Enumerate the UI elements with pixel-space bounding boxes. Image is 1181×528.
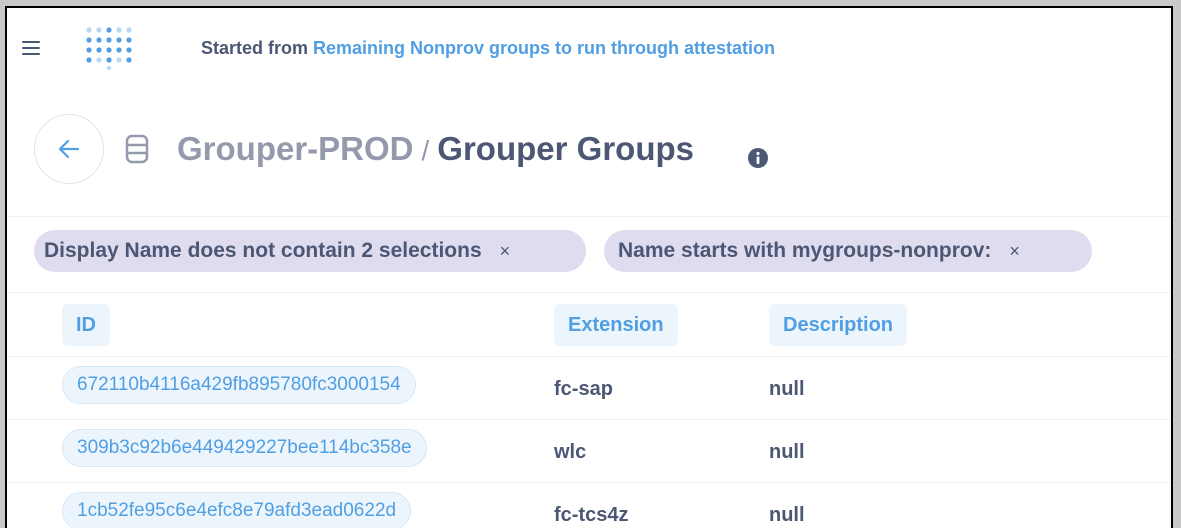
close-icon[interactable]: × xyxy=(500,241,511,262)
breadcrumb: Grouper-PROD / Grouper Groups xyxy=(177,130,694,168)
table-header-row: ID Extension Description xyxy=(7,292,1171,357)
top-bar: Started from Remaining Nonprov groups to… xyxy=(7,8,1171,88)
column-header-extension[interactable]: Extension xyxy=(554,304,678,346)
breadcrumb-database[interactable]: Grouper-PROD xyxy=(177,130,414,167)
row-extension: fc-sap xyxy=(554,378,613,400)
hamburger-icon[interactable] xyxy=(22,41,40,55)
table-row: 309b3c92b6e449429227bee114bc358e wlc nul… xyxy=(7,420,1171,483)
column-header-description[interactable]: Description xyxy=(769,304,908,346)
row-id-link[interactable]: 672110b4116a429fb895780fc3000154 xyxy=(62,366,416,404)
row-description: null xyxy=(769,378,805,400)
breadcrumb-separator: / xyxy=(421,135,430,166)
filter-pill-display-name[interactable]: Display Name does not contain 2 selectio… xyxy=(34,230,586,272)
table-row: 672110b4116a429fb895780fc3000154 fc-sap … xyxy=(7,357,1171,420)
app-window: Started from Remaining Nonprov groups to… xyxy=(5,6,1173,528)
column-header-id[interactable]: ID xyxy=(62,304,110,346)
info-icon[interactable] xyxy=(747,147,769,169)
database-icon xyxy=(125,134,149,164)
table-row: 1cb52fe95c6e4efc8e79afd3ead0622d fc-tcs4… xyxy=(7,483,1171,528)
back-button[interactable] xyxy=(34,114,104,184)
started-from-link[interactable]: Remaining Nonprov groups to run through … xyxy=(313,38,775,58)
filter-label: Name starts with mygroups-nonprov: xyxy=(618,239,992,262)
row-description: null xyxy=(769,441,805,463)
started-from-text: Started from Remaining Nonprov groups to… xyxy=(201,38,776,58)
row-id-link[interactable]: 1cb52fe95c6e4efc8e79afd3ead0622d xyxy=(62,492,412,528)
filter-bar: Display Name does not contain 2 selectio… xyxy=(7,216,1171,293)
row-id-link[interactable]: 309b3c92b6e449429227bee114bc358e xyxy=(62,429,427,467)
page-header: Grouper-PROD / Grouper Groups xyxy=(7,112,1171,217)
close-icon[interactable]: × xyxy=(1009,241,1020,262)
filter-label: Display Name does not contain 2 selectio… xyxy=(44,239,482,262)
back-arrow-icon xyxy=(58,139,80,159)
filter-pill-name[interactable]: Name starts with mygroups-nonprov: × xyxy=(604,230,1092,272)
app-logo[interactable] xyxy=(85,26,141,70)
row-extension: wlc xyxy=(554,441,587,463)
page-title: Grouper Groups xyxy=(437,130,694,167)
